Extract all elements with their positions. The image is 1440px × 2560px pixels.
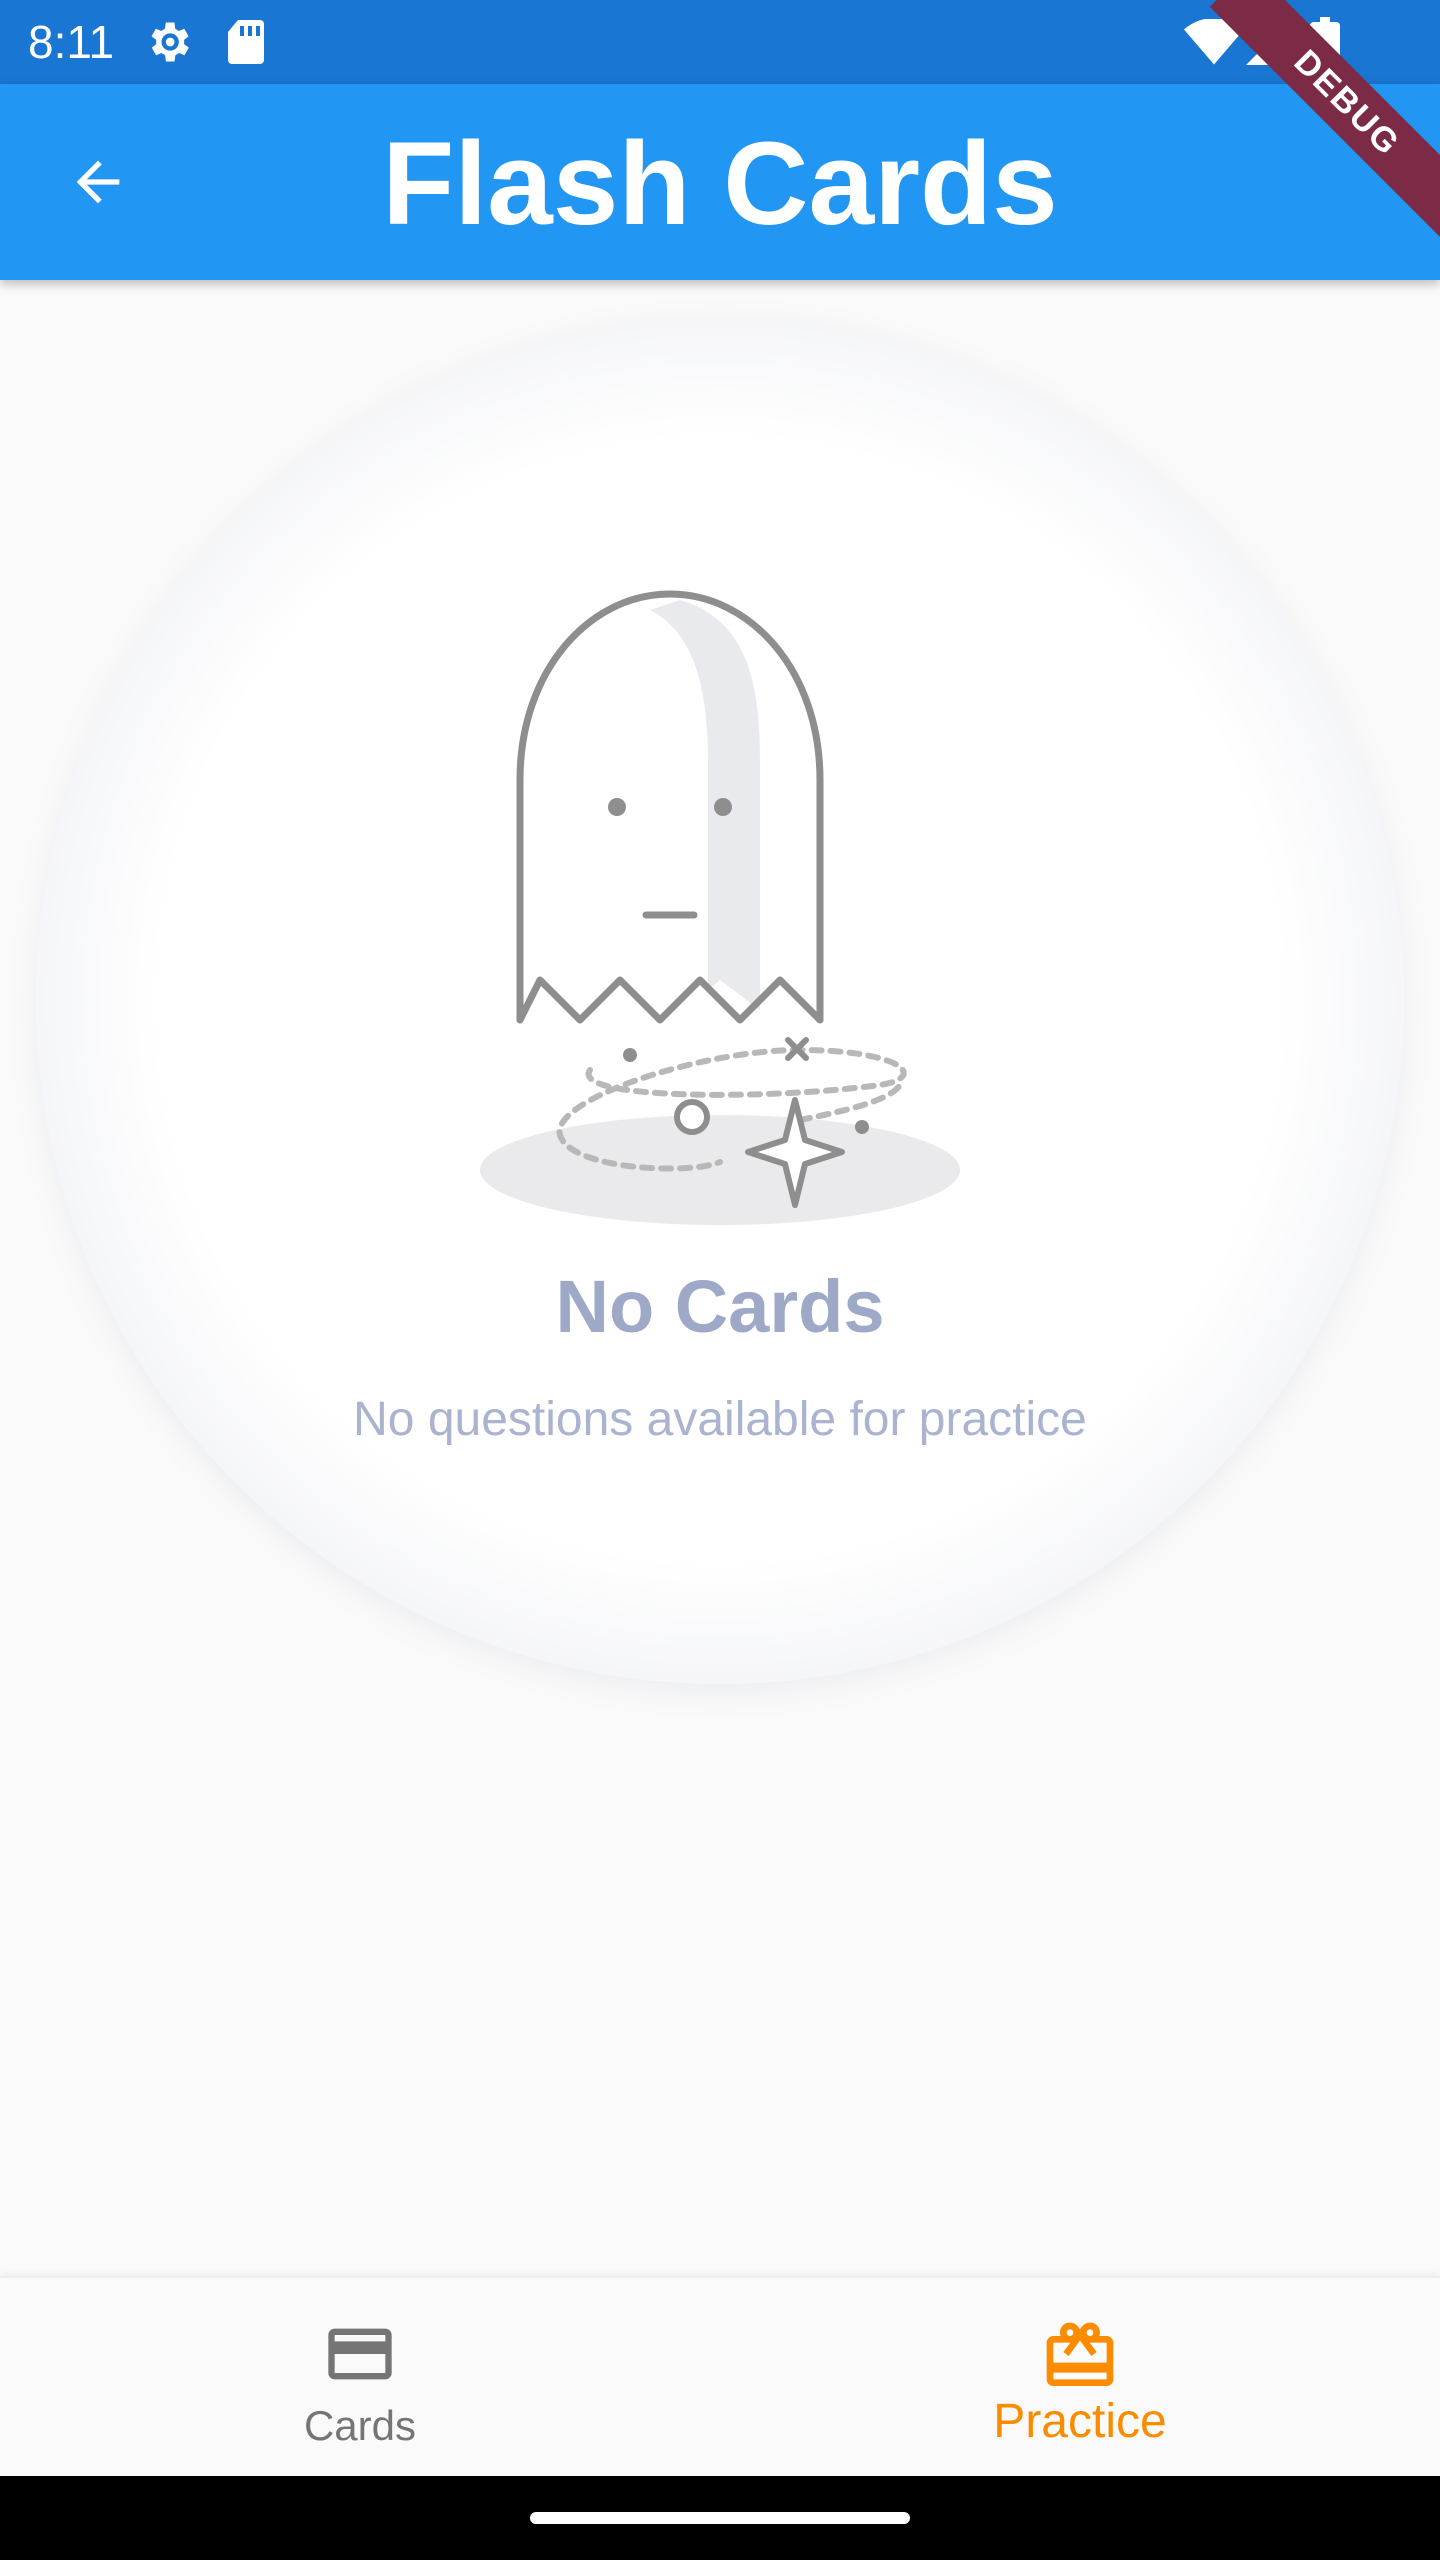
tab-cards-label: Cards — [303, 2402, 417, 2449]
system-navigation-bar — [0, 2476, 1440, 2560]
settings-gear-icon — [142, 18, 194, 66]
sd-card-icon — [226, 18, 266, 66]
home-gesture-handle[interactable] — [530, 2512, 910, 2524]
tab-practice[interactable]: Practice — [720, 2278, 1440, 2478]
tab-cards[interactable]: Cards — [0, 2278, 720, 2478]
app-bar: Flash Cards — [0, 84, 1440, 280]
tab-practice-label: Practice — [993, 2395, 1167, 2448]
page-title: Flash Cards — [382, 118, 1058, 250]
status-time: 8:11 — [28, 16, 115, 68]
empty-state-title: No Cards — [555, 1265, 885, 1348]
bottom-navigation-bar: Cards Practice — [0, 2276, 1440, 2476]
gift-card-icon — [1040, 2316, 1120, 2401]
screen: 8:11 Flash Cards DEBUG No Cards No quest… — [0, 0, 1440, 2560]
ghost-icon — [480, 590, 960, 1225]
credit-card-icon — [322, 2316, 398, 2397]
empty-state-subtitle: No questions available for practice — [353, 1393, 1087, 1446]
